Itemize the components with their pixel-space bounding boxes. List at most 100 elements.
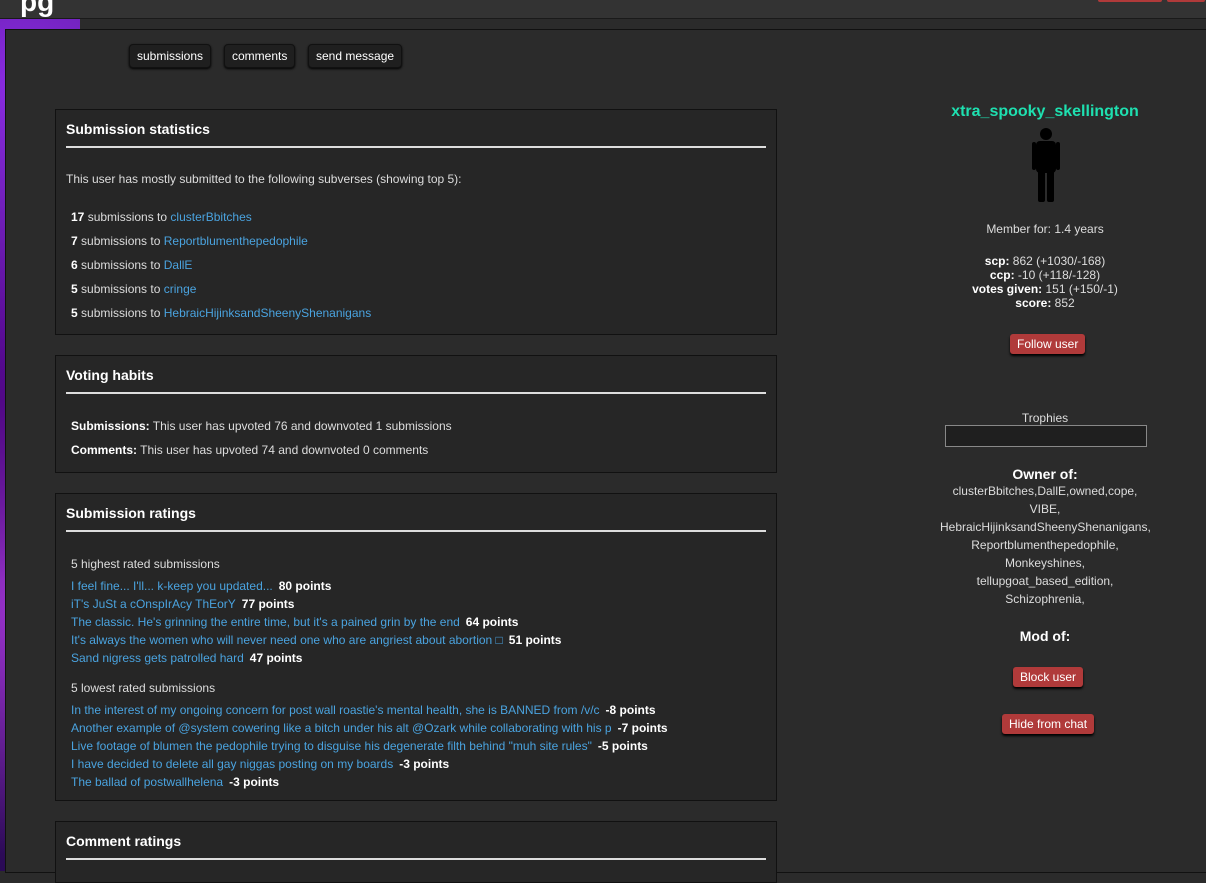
submission-statistics-box: Submission statistics This user has most… xyxy=(55,109,777,335)
divider xyxy=(66,392,766,394)
owner-label: Owner of: xyxy=(1012,466,1078,482)
points: 64 points xyxy=(465,615,519,629)
top-bar: pg xyxy=(0,0,1206,19)
submission-link[interactable]: iT's JuSt a cOnspIrAcy ThEorY xyxy=(71,597,236,611)
stat-count: 5 xyxy=(71,306,78,320)
submission-link[interactable]: It's always the women who will never nee… xyxy=(71,633,503,647)
submission-link[interactable]: Sand nigress gets patrolled hard xyxy=(71,651,244,665)
points: -8 points xyxy=(605,703,656,717)
subverse-link[interactable]: Reportblumenthepedophile xyxy=(164,234,308,248)
owner-line: clusterBbitches,DallE,owned,cope, xyxy=(952,484,1138,498)
divider xyxy=(66,146,766,148)
stat-text: submissions to xyxy=(77,258,164,272)
submission-ratings-box: Submission ratings 5 highest rated submi… xyxy=(55,493,777,801)
lowest-label: 5 lowest rated submissions xyxy=(71,681,216,695)
stat-row: 6 submissions to DallE xyxy=(71,258,192,272)
label: ccp: xyxy=(989,268,1015,282)
tab-comments[interactable]: comments xyxy=(224,44,296,68)
owner-line: tellupgoat_based_edition, xyxy=(976,574,1114,588)
subverse-link[interactable]: clusterBbitches xyxy=(170,210,251,224)
rated-row: Live footage of blumen the pedophile try… xyxy=(71,739,648,753)
stat-count: 7 xyxy=(71,234,78,248)
highest-label: 5 highest rated submissions xyxy=(71,557,220,571)
mod-label: Mod of: xyxy=(1019,628,1071,644)
votes-stat: votes given: 151 (+150/-1) xyxy=(940,282,1150,296)
value: 862 (+1030/-168) xyxy=(1009,254,1106,268)
voting-submissions: Submissions: This user has upvoted 76 an… xyxy=(71,419,452,433)
tab-submissions[interactable]: submissions xyxy=(129,44,212,68)
site-logo[interactable]: pg xyxy=(20,0,54,18)
points: -5 points xyxy=(597,739,648,753)
value: 852 xyxy=(1051,296,1075,310)
section-title: Submission statistics xyxy=(66,121,210,137)
scp-stat: scp: 862 (+1030/-168) xyxy=(940,254,1150,268)
stats-intro: This user has mostly submitted to the fo… xyxy=(66,172,462,186)
member-for: Member for: 1.4 years xyxy=(986,222,1104,236)
send-message-button[interactable]: send message xyxy=(308,44,403,68)
points: -3 points xyxy=(229,775,280,789)
follow-user-button[interactable]: Follow user xyxy=(1010,334,1086,354)
stat-row: 5 submissions to cringe xyxy=(71,282,196,296)
rated-row: iT's JuSt a cOnspIrAcy ThEorY 77 points xyxy=(71,597,294,611)
label: scp: xyxy=(984,254,1010,268)
stat-count: 6 xyxy=(71,258,78,272)
value: This user has upvoted 74 and downvoted 0… xyxy=(137,443,429,457)
owner-line: Monkeyshines, xyxy=(1004,556,1086,570)
stat-count: 5 xyxy=(71,282,78,296)
rated-row: Sand nigress gets patrolled hard 47 point… xyxy=(71,651,302,665)
submission-link[interactable]: In the interest of my ongoing concern fo… xyxy=(71,703,600,717)
block-user-button[interactable]: Block user xyxy=(1013,667,1084,687)
stat-text: submissions to xyxy=(84,210,171,224)
ccp-stat: ccp: -10 (+118/-128) xyxy=(940,268,1150,282)
stat-text: submissions to xyxy=(77,306,164,320)
hide-from-chat-button[interactable]: Hide from chat xyxy=(1002,714,1095,734)
points: -3 points xyxy=(399,757,450,771)
submission-link[interactable]: The classic. He's grinning the entire ti… xyxy=(71,615,460,629)
value: -10 (+118/-128) xyxy=(1014,268,1101,282)
owner-line: Schizophrenia, xyxy=(1005,592,1085,606)
owner-line: HebraicHijinksandSheenyShenanigans, xyxy=(940,520,1151,534)
voting-habits-box: Voting habits Submissions: This user has… xyxy=(55,355,777,473)
header-button[interactable] xyxy=(1098,0,1162,2)
section-title: Voting habits xyxy=(66,367,154,383)
points: 77 points xyxy=(241,597,295,611)
username: xtra_spooky_skellington xyxy=(951,103,1139,120)
value: 151 (+150/-1) xyxy=(1042,282,1118,296)
submission-link[interactable]: Live footage of blumen the pedophile try… xyxy=(71,739,592,753)
label: Comments: xyxy=(71,443,138,457)
rated-row: I have decided to delete all gay niggas … xyxy=(71,757,449,771)
label: score: xyxy=(1015,296,1052,310)
points: 47 points xyxy=(249,651,303,665)
label: votes given: xyxy=(972,282,1043,296)
stat-text: submissions to xyxy=(77,282,164,296)
trophies-box xyxy=(945,425,1147,447)
stat-text: submissions to xyxy=(77,234,164,248)
stat-row: 17 submissions to clusterBbitches xyxy=(71,210,252,224)
divider xyxy=(66,858,766,860)
subverse-link[interactable]: HebraicHijinksandSheenyShenanigans xyxy=(164,306,371,320)
rated-row: It's always the women who will never nee… xyxy=(71,633,561,647)
subverse-link[interactable]: cringe xyxy=(164,282,197,296)
divider xyxy=(66,530,766,532)
points: -7 points xyxy=(617,721,668,735)
rated-row: In the interest of my ongoing concern fo… xyxy=(71,703,656,717)
trophies-label: Trophies xyxy=(1021,411,1069,425)
section-title: Comment ratings xyxy=(66,833,182,849)
stat-row: 7 submissions to Reportblumenthepedophil… xyxy=(71,234,308,248)
submission-link[interactable]: The ballad of postwallhelena xyxy=(71,775,223,789)
owner-line: Reportblumenthepedophile, xyxy=(971,538,1119,552)
submission-link[interactable]: I feel fine... I'll... k-keep you update… xyxy=(71,579,273,593)
submission-link[interactable]: Another example of @system cowering like… xyxy=(71,721,612,735)
avatar-icon xyxy=(1032,128,1060,202)
rated-row: I feel fine... I'll... k-keep you update… xyxy=(71,579,331,593)
value: This user has upvoted 76 and downvoted 1… xyxy=(149,419,452,433)
header-button[interactable] xyxy=(1167,0,1205,2)
points: 51 points xyxy=(508,633,562,647)
rated-row: Another example of @system cowering like… xyxy=(71,721,668,735)
submission-link[interactable]: I have decided to delete all gay niggas … xyxy=(71,757,393,771)
score-stat: score: 852 xyxy=(940,296,1150,310)
subverse-link[interactable]: DallE xyxy=(164,258,193,272)
section-title: Submission ratings xyxy=(66,505,196,521)
comment-ratings-box: Comment ratings xyxy=(55,821,777,883)
voting-comments: Comments: This user has upvoted 74 and d… xyxy=(71,443,428,457)
